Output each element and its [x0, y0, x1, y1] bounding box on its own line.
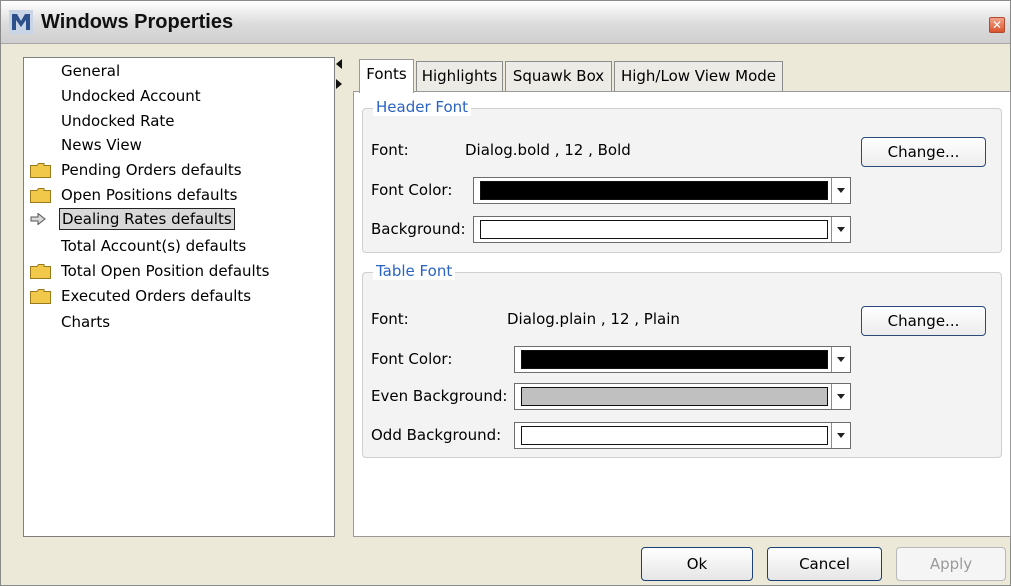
tree-item-label: Total Account(s) defaults — [61, 237, 247, 255]
tree-item-label: Open Positions defaults — [61, 186, 238, 204]
split-pane-divider[interactable] — [335, 57, 345, 537]
header-background-label: Background: — [371, 220, 466, 238]
odd-background-label: Odd Background: — [371, 426, 502, 444]
tree-item-label: Executed Orders defaults — [61, 287, 252, 305]
odd-background-select[interactable] — [514, 422, 851, 449]
dropdown-arrow-icon[interactable] — [831, 217, 850, 242]
arrow-right-icon — [30, 213, 46, 225]
tree-item-label: General — [61, 62, 121, 80]
tree-item-label: Total Open Position defaults — [61, 262, 270, 280]
tab-squawk-box[interactable]: Squawk Box — [505, 61, 612, 91]
header-font-label: Font: — [371, 141, 409, 159]
properties-window: Windows Properties ✕ General Undocked Ac… — [0, 0, 1011, 586]
header-background-select[interactable] — [473, 216, 851, 243]
folder-icon — [30, 289, 51, 304]
window-title: Windows Properties — [41, 11, 234, 33]
color-swatch — [480, 220, 828, 239]
app-logo-icon — [9, 10, 33, 34]
dropdown-arrow-icon[interactable] — [831, 347, 850, 372]
tab-fonts[interactable]: Fonts — [359, 59, 414, 93]
even-background-label: Even Background: — [371, 387, 508, 405]
folder-icon — [30, 163, 51, 178]
collapse-right-icon[interactable] — [336, 79, 342, 89]
header-font-change-button[interactable]: Change... — [861, 137, 986, 167]
dropdown-arrow-icon[interactable] — [831, 178, 850, 203]
even-background-select[interactable] — [514, 383, 851, 410]
fonts-tab-content: Header Font Font: Dialog.bold , 12 , Bol… — [353, 91, 1011, 537]
dropdown-arrow-icon[interactable] — [831, 384, 850, 409]
folder-icon — [30, 188, 51, 203]
header-font-color-select[interactable] — [473, 177, 851, 204]
table-font-color-select[interactable] — [514, 346, 851, 373]
folder-icon — [30, 264, 51, 279]
table-font-label: Font: — [371, 310, 409, 328]
tree-item-label: Charts — [61, 313, 111, 331]
table-font-group: Table Font Font: Dialog.plain , 12 , Pla… — [362, 262, 1002, 458]
collapse-left-icon[interactable] — [336, 59, 342, 69]
tree-item-label: Undocked Rate — [61, 112, 175, 130]
color-swatch — [480, 181, 828, 200]
table-font-value: Dialog.plain , 12 , Plain — [507, 310, 680, 328]
tab-high-low-view-mode[interactable]: High/Low View Mode — [614, 61, 783, 91]
tree-item-label: Dealing Rates defaults — [59, 208, 235, 230]
table-font-color-label: Font Color: — [371, 350, 453, 368]
ok-button[interactable]: Ok — [641, 547, 753, 581]
header-font-group: Header Font Font: Dialog.bold , 12 , Bol… — [362, 98, 1002, 253]
close-button[interactable]: ✕ — [989, 17, 1005, 33]
tab-highlights[interactable]: Highlights — [416, 61, 503, 91]
color-swatch — [521, 387, 828, 406]
color-swatch — [521, 426, 828, 445]
tree-item-label: Pending Orders defaults — [61, 161, 242, 179]
header-font-color-label: Font Color: — [371, 181, 453, 199]
tree-item-label: News View — [61, 136, 142, 154]
color-swatch — [521, 350, 828, 369]
tab-panel: Fonts Highlights Squawk Box High/Low Vie… — [353, 57, 1011, 537]
settings-tree[interactable]: General Undocked Account Undocked Rate N… — [23, 57, 335, 537]
header-font-value: Dialog.bold , 12 , Bold — [465, 141, 631, 159]
cancel-button[interactable]: Cancel — [767, 547, 882, 581]
dropdown-arrow-icon[interactable] — [831, 423, 850, 448]
apply-button[interactable]: Apply — [896, 547, 1006, 581]
tree-item-label: Undocked Account — [61, 87, 201, 105]
header-font-group-title: Header Font — [373, 98, 472, 116]
title-bar[interactable]: Windows Properties ✕ — [1, 1, 1010, 44]
table-font-group-title: Table Font — [373, 262, 456, 280]
table-font-change-button[interactable]: Change... — [861, 306, 986, 336]
